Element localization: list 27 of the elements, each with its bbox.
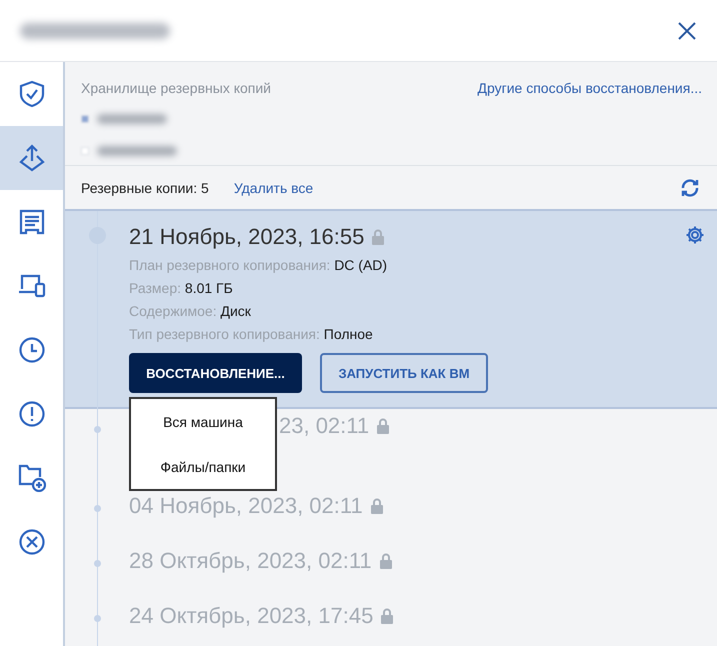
other-methods-link[interactable]: Другие способы восстановления... [478, 80, 702, 96]
detail-line: Содержимое: Диск [129, 303, 252, 319]
backup-date[interactable]: 21 Ноябрь, 2023, 16:55 [129, 224, 364, 250]
shield-check-icon [18, 80, 44, 108]
backup-count: Резервные копии: 5 [81, 180, 209, 196]
option-marker[interactable] [81, 115, 89, 123]
delete-all-link[interactable]: Удалить все [234, 180, 314, 196]
close-icon[interactable] [677, 20, 697, 40]
storage-label: Хранилище резервных копий [81, 80, 271, 96]
devices-icon [18, 273, 46, 299]
clock-icon [18, 337, 44, 363]
selected-backup-card[interactable]: 21 Ноябрь, 2023, 16:55 План резервного копирования: DC (AD) Размер: 8.01 ГБ Содержимое: Диск Тип резервного копирования: Полное ВОССТАНОВЛЕНИЕ... ЗАПУСТИТЬ КАК ВМ [65, 211, 717, 409]
settings-icon[interactable] [685, 225, 705, 245]
refresh-icon[interactable] [679, 178, 701, 198]
menu-item[interactable]: Вся машина [131, 410, 275, 434]
sidebar-item[interactable] [0, 126, 63, 190]
alert-icon [18, 401, 44, 427]
cancel-icon [18, 529, 44, 555]
document-icon [18, 209, 44, 235]
detail-line: План резервного копирования: DC (AD) [129, 257, 388, 273]
restore-button[interactable]: ВОССТАНОВЛЕНИЕ... [129, 353, 302, 393]
folder-plus-icon [18, 464, 46, 492]
detail-line: Тип резервного копирования: Полное [129, 326, 374, 342]
menu-item[interactable]: Файлы/папки [131, 454, 275, 478]
detail-line: Размер: 8.01 ГБ [129, 280, 234, 296]
run-vm-button[interactable]: ЗАПУСТИТЬ КАК ВМ [320, 353, 488, 393]
upload-arrow-icon [18, 144, 44, 172]
